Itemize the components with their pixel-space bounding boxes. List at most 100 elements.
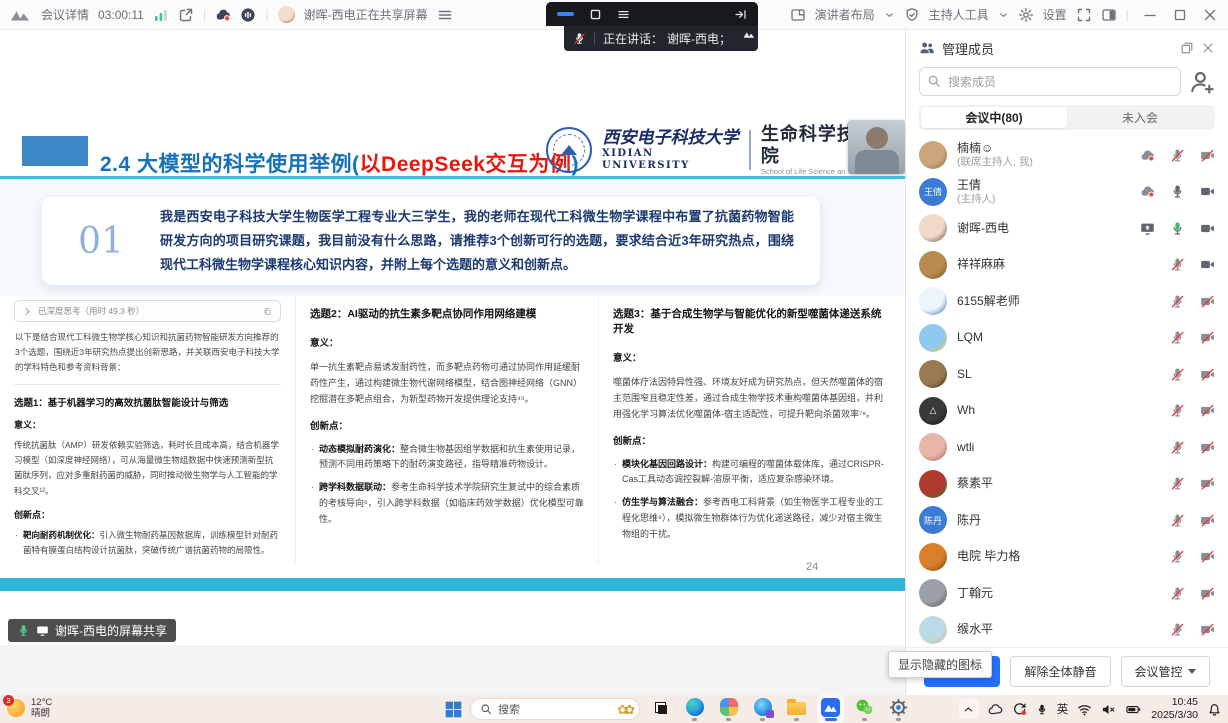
wechat-button[interactable] xyxy=(851,695,878,723)
weather-widget[interactable]: 3 12°C 晴朗 xyxy=(3,695,52,720)
onedrive-cloud-icon[interactable] xyxy=(988,702,1003,717)
cloud-dot-icon xyxy=(1140,184,1155,199)
member-row[interactable]: wtli xyxy=(906,429,1228,466)
close-button[interactable] xyxy=(1202,7,1218,23)
member-row[interactable]: 蔡素平 xyxy=(906,466,1228,503)
member-name: 楠楠☺ xyxy=(957,141,994,156)
list-icon[interactable] xyxy=(617,8,630,21)
meeting-app-button[interactable] xyxy=(817,695,844,723)
start-button[interactable] xyxy=(444,700,463,719)
browser-360-button[interactable] xyxy=(749,695,776,723)
mic-off-icon[interactable] xyxy=(1170,549,1185,564)
member-row[interactable]: △ Wh xyxy=(906,393,1228,430)
layout-button[interactable]: 演讲者布局 xyxy=(815,6,875,23)
host-tools-button[interactable]: 主持人工具 xyxy=(929,6,989,23)
edge-browser-button[interactable] xyxy=(681,695,708,723)
screen-record-icon[interactable] xyxy=(1012,702,1027,717)
cam-off-icon[interactable] xyxy=(1200,586,1215,601)
add-member-icon[interactable] xyxy=(1189,69,1215,95)
mic-off-icon[interactable] xyxy=(1170,257,1185,272)
window-icon[interactable] xyxy=(589,8,602,21)
member-row[interactable]: 楠楠☺ (联席主持人, 我) xyxy=(906,137,1228,174)
slide-page-number: 24 xyxy=(806,561,819,573)
show-hidden-icons-button[interactable] xyxy=(958,699,979,719)
member-row[interactable]: 陈丹 陈丹 xyxy=(906,502,1228,539)
member-row[interactable]: 6155解老师 xyxy=(906,283,1228,320)
microphone-tray-icon[interactable] xyxy=(1036,702,1048,717)
mic-off-icon[interactable] xyxy=(1170,330,1185,345)
mic-on-icon[interactable] xyxy=(1170,184,1185,199)
mic-muted-icon[interactable] xyxy=(573,32,586,45)
unmute-all-button[interactable]: 解除全体静音 xyxy=(1010,656,1111,687)
popout-icon[interactable] xyxy=(1180,41,1194,55)
maximize-button[interactable] xyxy=(1172,7,1188,23)
member-search-input[interactable] xyxy=(919,67,1181,96)
ime-indicator[interactable]: 英 xyxy=(1057,701,1069,717)
volume-muted-icon[interactable] xyxy=(1101,702,1116,717)
member-row[interactable]: 谢晖-西电 xyxy=(906,210,1228,247)
wifi-icon[interactable] xyxy=(1077,702,1092,717)
cam-off-icon[interactable] xyxy=(1200,549,1215,564)
cam-off-icon[interactable] xyxy=(1200,294,1215,309)
sharing-menu-icon[interactable] xyxy=(437,7,453,23)
cam-off-icon[interactable] xyxy=(1200,513,1215,528)
member-row[interactable]: LQM xyxy=(906,320,1228,357)
fullscreen-icon[interactable] xyxy=(1076,7,1092,23)
member-row[interactable]: 王倩 王倩 (主持人) xyxy=(906,174,1228,211)
side-panel-icon[interactable] xyxy=(1101,7,1117,23)
dock-right-icon[interactable] xyxy=(734,8,747,21)
mic-off-icon[interactable] xyxy=(1170,148,1185,163)
mic-off-icon[interactable] xyxy=(1170,440,1185,455)
mic-off-icon[interactable] xyxy=(1170,586,1185,601)
cam-off-icon[interactable] xyxy=(1200,403,1215,418)
settings-gear-icon xyxy=(889,698,908,717)
cam-on-icon[interactable] xyxy=(1200,257,1215,272)
mic-live-icon[interactable] xyxy=(1170,221,1185,236)
meeting-detail-button[interactable]: 会议详情 xyxy=(41,6,89,23)
tab-not-joined[interactable]: 未入会 xyxy=(1067,107,1213,128)
minimize-dash-icon[interactable] xyxy=(557,12,574,16)
member-row[interactable]: 祥祥麻麻 xyxy=(906,247,1228,284)
minimize-button[interactable] xyxy=(1142,7,1158,23)
deepseek-thinking-bar[interactable]: 已深度思考（用时 49.3 秒） xyxy=(14,300,281,322)
mic-off-icon[interactable] xyxy=(1170,622,1185,637)
speaking-now-bar: 正在讲话： 谢晖-西电； xyxy=(564,26,758,51)
photos-app-button[interactable] xyxy=(715,695,742,723)
notifications-icon[interactable] xyxy=(1207,702,1222,717)
cam-off-icon[interactable] xyxy=(1200,476,1215,491)
member-name: 缑水平 xyxy=(957,622,994,637)
mic-off-icon[interactable] xyxy=(1170,294,1185,309)
audio-device-icon[interactable] xyxy=(240,7,256,23)
open-external-icon[interactable] xyxy=(178,7,194,23)
taskbar-search[interactable]: 搜索 ✿✿ xyxy=(470,698,640,720)
tab-in-meeting[interactable]: 会议中(80) xyxy=(921,107,1067,128)
cam-on-icon[interactable] xyxy=(1200,184,1215,199)
mic-off-icon[interactable] xyxy=(1170,403,1185,418)
thinking-label: 已深度思考（用时 49.3 秒） xyxy=(38,306,145,316)
speaking-label: 正在讲话： xyxy=(603,32,664,46)
task-view-button[interactable] xyxy=(647,695,674,723)
settings-button[interactable]: 设置 xyxy=(1043,6,1067,23)
mic-off-icon[interactable] xyxy=(1170,367,1185,382)
share-toolbar-row[interactable] xyxy=(546,2,758,26)
settings-app-button[interactable] xyxy=(885,695,912,723)
cam-off-icon[interactable] xyxy=(1200,440,1215,455)
member-row[interactable]: 电院 毕力格 xyxy=(906,539,1228,576)
member-row[interactable]: 丁翰元 xyxy=(906,575,1228,612)
cam-on-icon[interactable] xyxy=(1200,221,1215,236)
cloud-recording-icon[interactable] xyxy=(215,7,231,23)
cam-off-icon[interactable] xyxy=(1200,622,1215,637)
copy-icon[interactable] xyxy=(263,307,272,316)
cam-off-icon[interactable] xyxy=(1200,330,1215,345)
meeting-controls-button[interactable]: 会议管控 xyxy=(1120,656,1210,687)
close-panel-icon[interactable] xyxy=(1201,41,1215,55)
cam-off-icon[interactable] xyxy=(1200,148,1215,163)
file-explorer-button[interactable] xyxy=(783,695,810,723)
cam-off-icon[interactable] xyxy=(1200,367,1215,382)
mic-off-icon[interactable] xyxy=(1170,476,1185,491)
battery-icon[interactable] xyxy=(1125,702,1142,717)
member-row[interactable]: 缑水平 xyxy=(906,612,1228,648)
mic-off-icon[interactable] xyxy=(1170,513,1185,528)
member-row[interactable]: SL xyxy=(906,356,1228,393)
clock[interactable]: 10:45 2025/3/30 xyxy=(1151,696,1198,722)
